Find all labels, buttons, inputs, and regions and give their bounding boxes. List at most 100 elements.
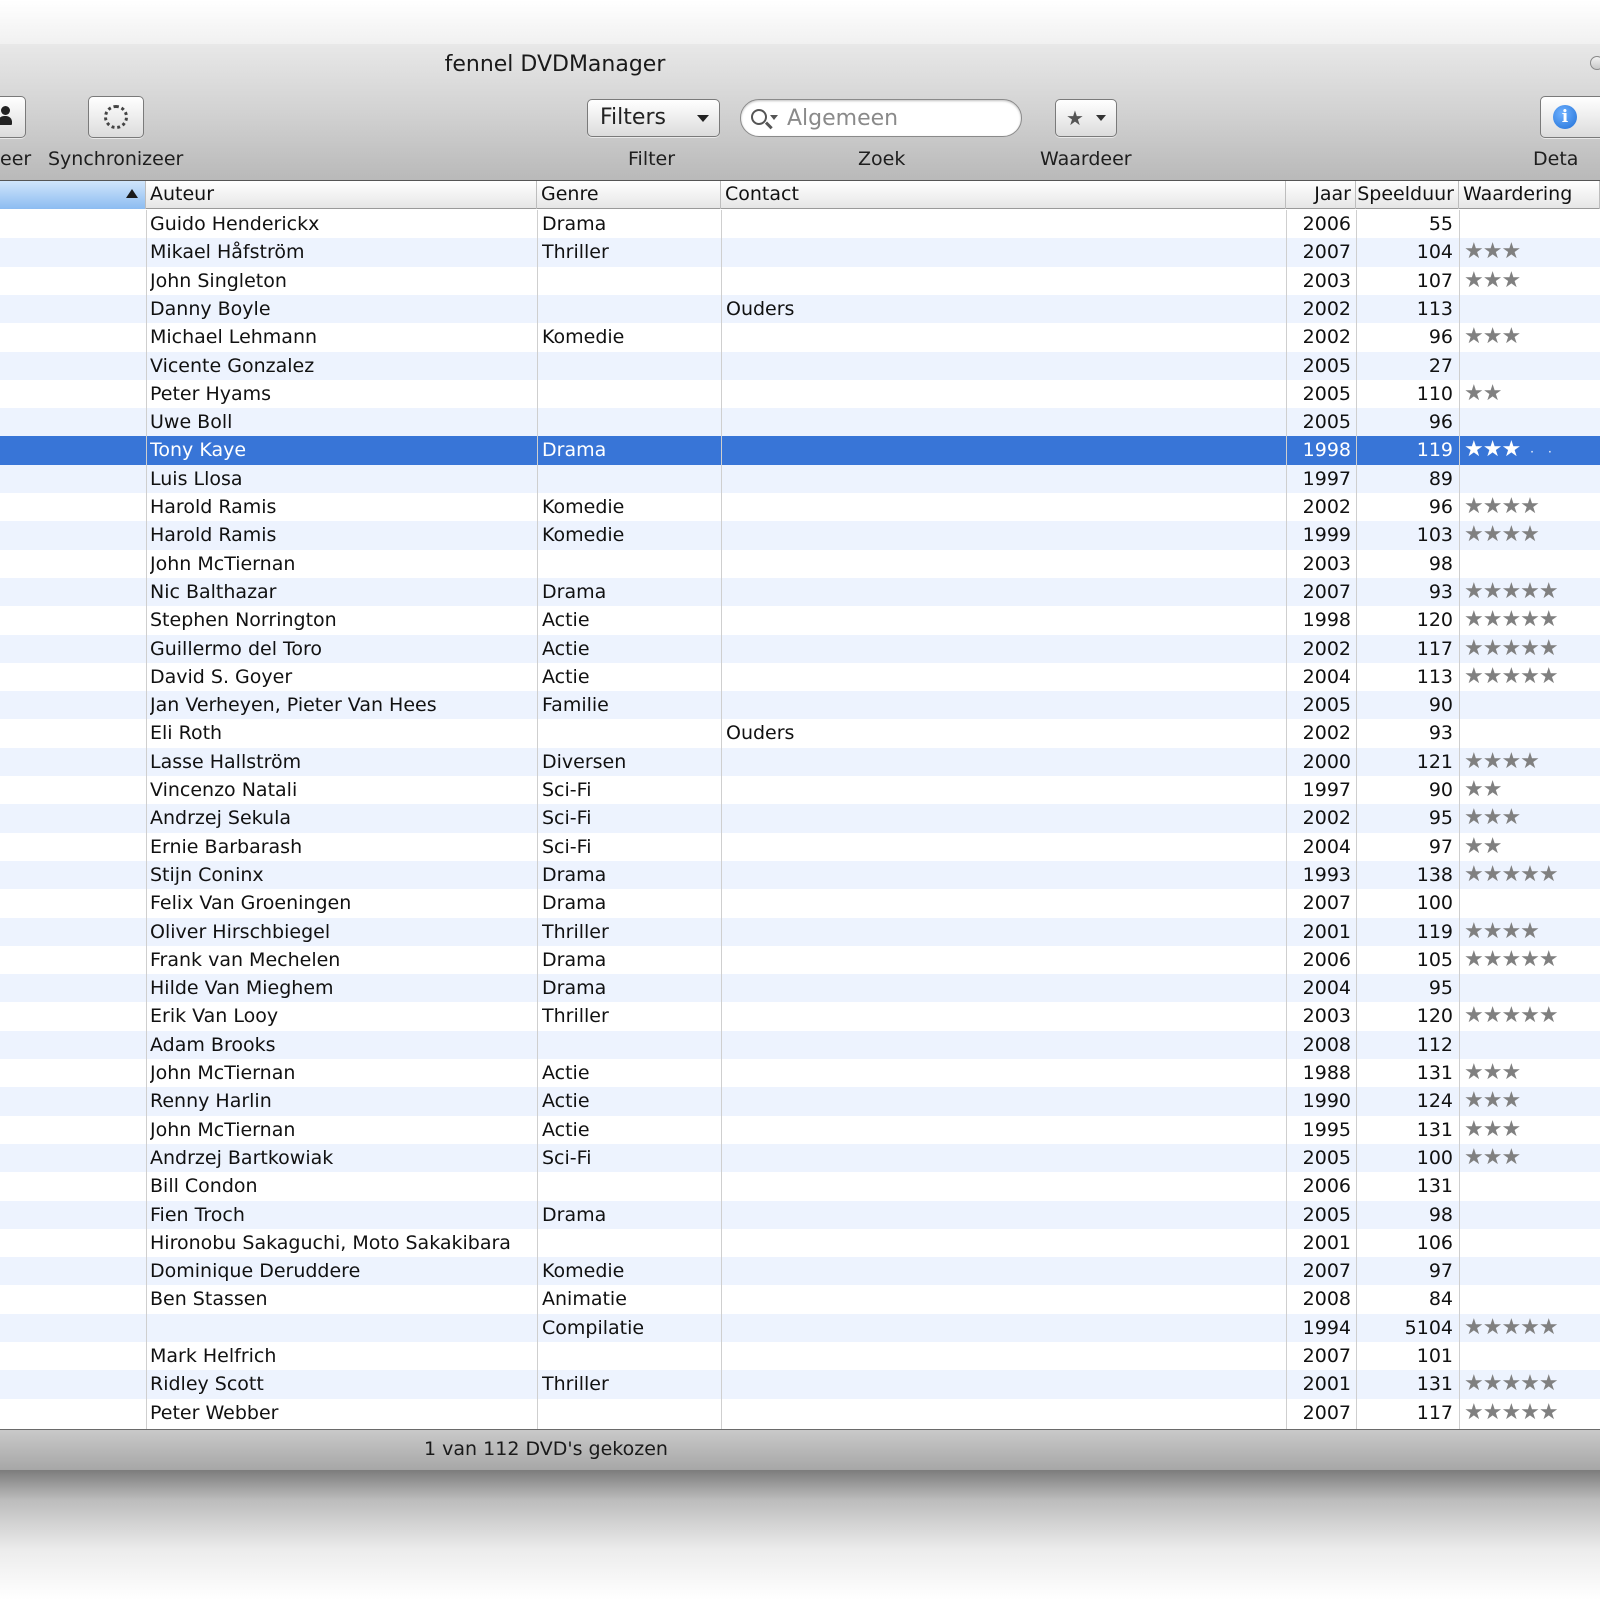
rating-stars[interactable]: ★★★★	[1464, 521, 1600, 549]
table-row[interactable]: Stijn Coninx Drama 1993 138 ★★★★★	[0, 860, 1600, 890]
rating-stars[interactable]: ★★★★★	[1464, 1399, 1600, 1427]
rating-stars[interactable]: ★★★★★	[1464, 1314, 1600, 1342]
rating-stars[interactable]: ★★★	[1464, 1116, 1600, 1144]
table-row[interactable]: Nic Balthazar Drama 2007 93 ★★★★★	[0, 577, 1600, 607]
rating-stars[interactable]	[1464, 295, 1600, 323]
column-header-speelduur[interactable]: Speelduur	[1356, 181, 1459, 209]
rating-stars[interactable]: ★★★★★	[1464, 861, 1600, 889]
rating-stars[interactable]: ★★★★★	[1464, 578, 1600, 606]
table-row[interactable]: Fien Troch Drama 2005 98	[0, 1200, 1600, 1229]
table-row[interactable]: Lasse Hallström Diversen 2000 121 ★★★★	[0, 747, 1600, 776]
column-header-auteur[interactable]: Auteur	[146, 181, 537, 209]
rating-stars[interactable]: ★★★★	[1464, 493, 1600, 521]
table-row[interactable]: Mark Helfrich 2007 101	[0, 1342, 1600, 1370]
rating-stars[interactable]	[1464, 974, 1600, 1002]
rating-stars[interactable]	[1464, 1285, 1600, 1313]
rating-stars[interactable]: ★★★★★	[1464, 635, 1600, 663]
rating-stars[interactable]	[1464, 210, 1600, 238]
synchronize-button[interactable]	[88, 96, 144, 138]
rating-stars[interactable]	[1464, 465, 1600, 493]
filters-dropdown[interactable]: Filters	[587, 99, 720, 137]
table-row[interactable]: David S. Goyer Actie 2004 113 ★★★★★	[0, 663, 1600, 691]
table-row[interactable]: Hironobu Sakaguchi, Moto Sakakibara 2001 1…	[0, 1229, 1600, 1257]
table-row[interactable]: Compilatie 1994 5104 ★★★★★	[0, 1313, 1600, 1342]
rating-stars[interactable]: ★★★★★	[1464, 1370, 1600, 1398]
table-row[interactable]: Peter Webber 2007 117 ★★★★★	[0, 1399, 1600, 1427]
table-row[interactable]: John McTiernan Actie 1988 131 ★★★	[0, 1059, 1600, 1087]
column-header-contact[interactable]: Contact	[721, 181, 1286, 209]
rating-stars[interactable]	[1464, 408, 1600, 436]
table-row[interactable]: Guillermo del Toro Actie 2002 117 ★★★★★	[0, 634, 1600, 663]
rating-stars[interactable]: ★★★★★	[1464, 663, 1600, 691]
table-row[interactable]: Hilde Van Mieghem Drama 2004 95	[0, 974, 1600, 1003]
table-row[interactable]: Vicente Gonzalez 2005 27	[0, 351, 1600, 380]
table-row[interactable]: Harold Ramis Komedie 1999 103 ★★★★	[0, 521, 1600, 550]
search-options-icon[interactable]	[770, 115, 778, 120]
rating-stars[interactable]: ★★★	[1464, 1087, 1600, 1115]
table-row[interactable]: Michael Lehmann Komedie 2002 96 ★★★	[0, 323, 1600, 351]
rating-stars[interactable]	[1464, 352, 1600, 380]
table-row[interactable]: Luis Llosa 1997 89	[0, 464, 1600, 493]
toolbar-toggle-button[interactable]	[1590, 56, 1600, 70]
rating-stars[interactable]: ★★★	[1464, 1144, 1600, 1172]
dvd-table[interactable]: Guido Henderickx Drama 2006 55 Mikael Håfstr…	[0, 210, 1600, 1429]
rating-stars[interactable]	[1464, 1172, 1600, 1200]
table-row[interactable]: Ben Stassen Animatie 2008 84	[0, 1285, 1600, 1313]
rating-stars[interactable]	[1464, 889, 1600, 917]
table-row[interactable]: Uwe Boll 2005 96	[0, 408, 1600, 437]
table-row[interactable]: Peter Hyams 2005 110 ★★	[0, 380, 1600, 408]
rating-stars[interactable]: ★★★	[1464, 804, 1600, 832]
rating-stars[interactable]: ★★★	[1464, 323, 1600, 351]
rating-stars[interactable]: ★★★★	[1464, 748, 1600, 776]
rating-stars[interactable]: ★★	[1464, 833, 1600, 861]
table-row[interactable]: Oliver Hirschbiegel Thriller 2001 119 ★★★★	[0, 917, 1600, 946]
table-row[interactable]: Andrzej Sekula Sci-Fi 2002 95 ★★★	[0, 804, 1600, 833]
rating-stars[interactable]: ★★	[1464, 380, 1600, 408]
details-button[interactable]: i	[1540, 96, 1600, 138]
table-row[interactable]: Felix Van Groeningen Drama 2007 100	[0, 889, 1600, 917]
table-row[interactable]: Renny Harlin Actie 1990 124 ★★★	[0, 1087, 1600, 1116]
search-field[interactable]	[740, 99, 1022, 137]
rating-stars[interactable]: ★★★★★	[1464, 946, 1600, 974]
rating-stars[interactable]: ★★★★★	[1464, 1002, 1600, 1030]
table-row[interactable]: Ernie Barbarash Sci-Fi 2004 97 ★★	[0, 833, 1600, 861]
user-button[interactable]	[0, 96, 26, 138]
rating-stars[interactable]: ★★★★★	[1464, 606, 1600, 634]
table-row[interactable]: John Singleton 2003 107 ★★★	[0, 267, 1600, 295]
rating-stars[interactable]: ★★★	[1464, 238, 1600, 266]
column-header-title[interactable]	[0, 181, 146, 209]
rating-stars[interactable]	[1464, 1201, 1600, 1229]
rate-dropdown[interactable]: ★	[1055, 99, 1117, 137]
table-row[interactable]: Frank van Mechelen Drama 2006 105 ★★★★★	[0, 946, 1600, 974]
search-input[interactable]	[787, 103, 1007, 133]
rating-stars[interactable]: ★★★	[1464, 267, 1600, 295]
rating-stars[interactable]	[1464, 719, 1600, 747]
table-row[interactable]: Danny Boyle Ouders 2002 113	[0, 294, 1600, 324]
table-row[interactable]: Jan Verheyen, Pieter Van Hees Familie 2005…	[0, 691, 1600, 720]
table-row[interactable]: Dominique Deruddere Komedie 2007 97	[0, 1257, 1600, 1286]
table-row[interactable]: Eli Roth Ouders 2002 93	[0, 719, 1600, 747]
rating-stars[interactable]: ★★★	[1464, 1059, 1600, 1087]
rating-stars[interactable]	[1464, 1229, 1600, 1257]
rating-stars[interactable]	[1464, 1342, 1600, 1370]
table-row[interactable]: Andrzej Bartkowiak Sci-Fi 2005 100 ★★★	[0, 1143, 1600, 1173]
table-row[interactable]: John McTiernan Actie 1995 131 ★★★	[0, 1116, 1600, 1144]
table-row[interactable]: John McTiernan 2003 98	[0, 550, 1600, 578]
rating-stars[interactable]	[1464, 1257, 1600, 1285]
table-row[interactable]: Guido Henderickx Drama 2006 55	[0, 210, 1600, 238]
table-row[interactable]: Tony Kaye Drama 1998 119 ★★★ ··	[0, 436, 1600, 465]
table-row[interactable]: Stephen Norrington Actie 1998 120 ★★★★★	[0, 606, 1600, 634]
column-header-waardering[interactable]: Waardering	[1459, 181, 1600, 209]
rating-stars[interactable]: ★★	[1464, 776, 1600, 804]
rating-stars[interactable]	[1464, 1031, 1600, 1059]
rating-stars[interactable]	[1464, 691, 1600, 719]
table-row[interactable]: Mikael Håfström Thriller 2007 104 ★★★	[0, 238, 1600, 267]
table-row[interactable]: Bill Condon 2006 131	[0, 1172, 1600, 1200]
table-row[interactable]: Adam Brooks 2008 112	[0, 1030, 1600, 1059]
table-row[interactable]: Harold Ramis Komedie 2002 96 ★★★★	[0, 493, 1600, 521]
column-header-jaar[interactable]: Jaar	[1286, 181, 1356, 209]
table-row[interactable]: Vincenzo Natali Sci-Fi 1997 90 ★★	[0, 776, 1600, 804]
table-row[interactable]: Erik Van Looy Thriller 2003 120 ★★★★★	[0, 1002, 1600, 1030]
table-row[interactable]: Ridley Scott Thriller 2001 131 ★★★★★	[0, 1370, 1600, 1399]
column-header-genre[interactable]: Genre	[537, 181, 721, 209]
